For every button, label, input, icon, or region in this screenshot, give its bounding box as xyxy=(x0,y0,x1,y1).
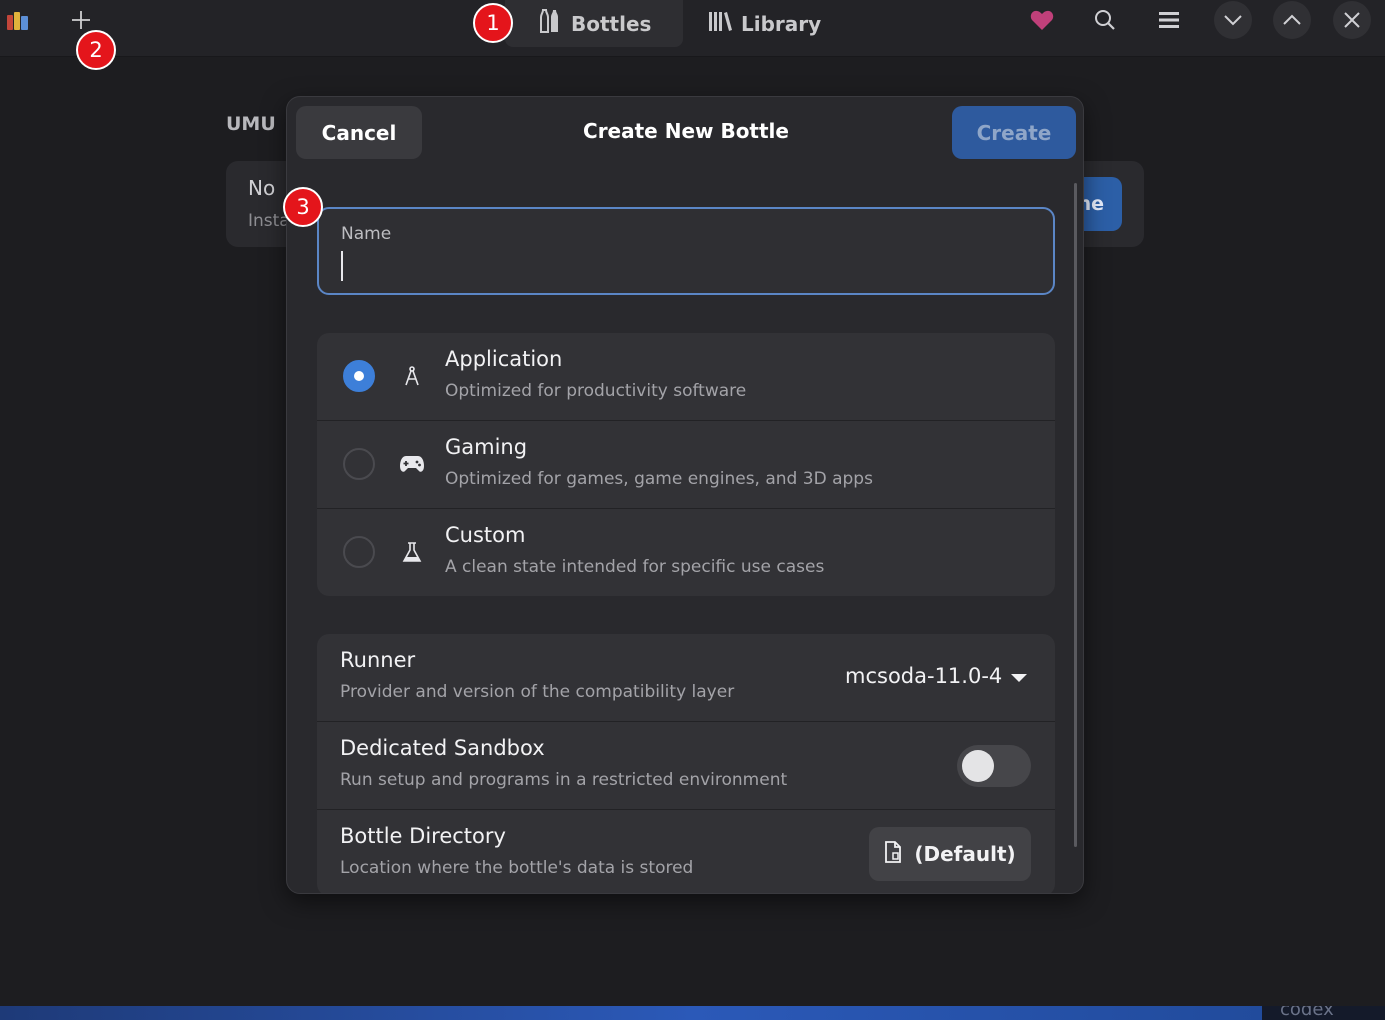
directory-button-label: (Default) xyxy=(914,842,1016,866)
search-icon[interactable] xyxy=(1090,5,1120,35)
tab-library-label: Library xyxy=(741,11,822,36)
environment-title: Application xyxy=(445,347,563,371)
radio-custom[interactable] xyxy=(343,536,375,568)
view-switcher: Bottles Library xyxy=(505,0,861,47)
name-field-label: Name xyxy=(341,224,392,244)
close-icon[interactable] xyxy=(1333,1,1371,39)
environment-title: Custom xyxy=(445,523,526,547)
library-icon xyxy=(707,9,733,38)
heart-icon[interactable] xyxy=(1027,5,1057,35)
sandbox-subtitle: Run setup and programs in a restricted e… xyxy=(340,770,788,790)
environment-list: Application Optimized for productivity s… xyxy=(317,333,1055,596)
name-field[interactable]: Name xyxy=(317,207,1055,295)
maximize-icon[interactable] xyxy=(1273,1,1311,39)
group-title: UMU xyxy=(226,113,276,135)
tab-bottles[interactable]: Bottles xyxy=(505,0,683,47)
environment-option-custom[interactable]: Custom A clean state intended for specif… xyxy=(317,509,1055,596)
create-bottle-dialog: Cancel Create New Bottle Create Name App… xyxy=(286,96,1084,894)
directory-button[interactable]: (Default) xyxy=(869,827,1031,881)
radio-gaming[interactable] xyxy=(343,448,375,480)
environment-option-application[interactable]: Application Optimized for productivity s… xyxy=(317,333,1055,420)
taskbar-label: codex xyxy=(1262,1006,1385,1020)
document-icon xyxy=(884,840,902,868)
dropdown-arrow-icon[interactable] xyxy=(1011,674,1027,682)
toggle-knob xyxy=(962,750,994,782)
scrollbar[interactable] xyxy=(1074,183,1077,847)
settings-list: Runner Provider and version of the compa… xyxy=(317,634,1055,893)
gamepad-icon xyxy=(399,451,425,477)
runner-dropdown-value[interactable]: mcsoda-11.0-4 xyxy=(845,664,1002,688)
empty-state-title: No xyxy=(248,176,276,200)
sandbox-row: Dedicated Sandbox Run setup and programs… xyxy=(317,722,1055,809)
create-button[interactable]: Create xyxy=(952,106,1076,159)
menu-icon[interactable] xyxy=(1154,5,1184,35)
annotation-marker: 3 xyxy=(283,187,323,227)
annotation-marker: 2 xyxy=(76,30,116,70)
directory-title: Bottle Directory xyxy=(340,824,506,848)
bottles-icon xyxy=(537,8,563,39)
annotation-marker: 1 xyxy=(473,3,513,43)
taskbar xyxy=(0,1006,1385,1020)
minimize-icon[interactable] xyxy=(1214,1,1252,39)
environment-subtitle: A clean state intended for specific use … xyxy=(445,557,825,577)
tab-library[interactable]: Library xyxy=(683,0,861,47)
directory-row: Bottle Directory Location where the bott… xyxy=(317,810,1055,893)
environment-subtitle: Optimized for productivity software xyxy=(445,381,747,401)
sandbox-title: Dedicated Sandbox xyxy=(340,736,545,760)
runner-title: Runner xyxy=(340,648,416,672)
environment-option-gaming[interactable]: Gaming Optimized for games, game engines… xyxy=(317,421,1055,508)
tab-bottles-label: Bottles xyxy=(571,11,652,36)
header-bar: Bottles Library xyxy=(0,0,1385,57)
runner-subtitle: Provider and version of the compatibilit… xyxy=(340,682,735,702)
sandbox-toggle[interactable] xyxy=(957,745,1031,787)
app-icon xyxy=(6,8,30,32)
compass-icon xyxy=(399,363,425,389)
environment-subtitle: Optimized for games, game engines, and 3… xyxy=(445,469,873,489)
runner-row[interactable]: Runner Provider and version of the compa… xyxy=(317,634,1055,721)
directory-subtitle: Location where the bottle's data is stor… xyxy=(340,858,694,878)
text-cursor xyxy=(341,251,343,281)
radio-application[interactable] xyxy=(343,360,375,392)
flask-icon xyxy=(399,539,425,565)
environment-title: Gaming xyxy=(445,435,528,459)
